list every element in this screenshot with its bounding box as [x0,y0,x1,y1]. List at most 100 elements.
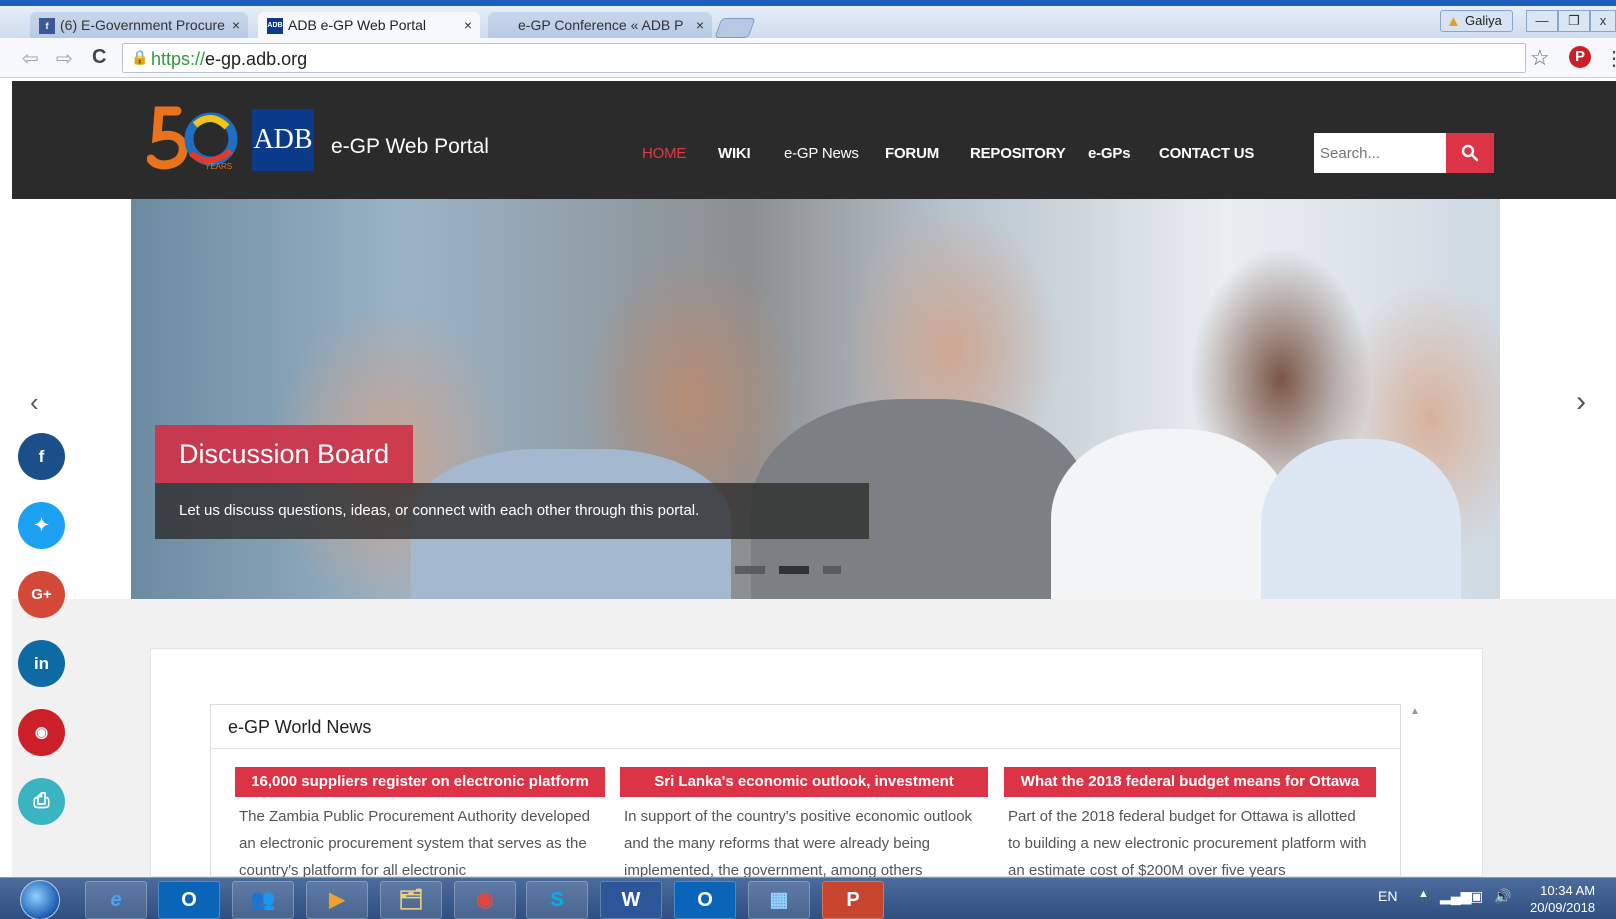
nav-forum[interactable]: FORUM [885,145,939,162]
language-indicator[interactable]: EN [1378,888,1397,904]
news-item: What the 2018 federal budget means for O… [1004,767,1376,877]
scroll-up-icon[interactable]: ▲ [1410,706,1420,717]
address-bar[interactable]: 🔒 https://e-gp.adb.org [122,43,1526,73]
slide-caption-text: Let us discuss questions, ideas, or conn… [155,483,869,539]
facebook-favicon-icon: f [39,18,55,34]
taskbar-clock[interactable]: 10:34 AM 20/09/2018 [1530,882,1595,916]
facebook-share-button[interactable]: f [18,433,65,480]
media-player-icon[interactable]: ▶ [306,881,368,919]
print-button[interactable]: ⎙ [18,778,65,825]
hero-photo-person [1051,429,1291,599]
news-item: Sri Lanka's economic outlook, investment… [620,767,988,877]
pinterest-icon: ◉ [34,724,49,741]
warning-icon: ▲ [1446,13,1461,30]
news-item-body: Part of the 2018 federal budget for Otta… [1008,808,1367,877]
tab-label: (6) E-Government Procure [60,17,225,33]
nav-contact-us[interactable]: CONTACT US [1159,145,1254,162]
twitter-share-button[interactable]: ✦ [18,502,65,549]
internet-explorer-icon[interactable]: e [85,881,147,919]
linkedin-icon: in [33,654,50,673]
bookmark-star-icon[interactable]: ☆ [1530,45,1550,71]
news-item-title[interactable]: Sri Lanka's economic outlook, investment [620,767,988,797]
nav-egps[interactable]: e-GPs [1088,145,1131,162]
remote-desktop-icon[interactable]: ▦ [748,881,810,919]
windows-taskbar: e O 👥 ▶ 🗂 ◉ S W O ▦ P EN ▲ ▂▄▆ ▣ 🔊 10:34… [0,877,1616,919]
slider-prev-arrow-icon[interactable]: ‹ [30,387,39,418]
profile-button[interactable]: ▲ Galiya [1440,10,1513,32]
slide-caption-title[interactable]: Discussion Board [155,425,414,483]
reload-icon[interactable]: C [92,46,106,69]
new-tab-button[interactable] [714,18,756,38]
tab-label: e-GP Conference « ADB P [518,17,684,33]
nav-repository[interactable]: REPOSITORY [970,145,1066,162]
news-panel-header: e-GP World News [211,705,1400,749]
tab-label: ADB e-GP Web Portal [288,17,426,33]
restore-button[interactable]: ❐ [1558,10,1590,32]
pinterest-extension-icon[interactable]: P [1569,46,1591,68]
news-item-title[interactable]: 16,000 suppliers register on electronic … [235,767,605,797]
clock-date: 20/09/2018 [1530,900,1596,915]
slider-dot[interactable] [735,566,765,574]
forward-arrow-icon[interactable]: ⇨ [56,46,73,71]
search-button[interactable] [1446,133,1494,173]
lock-icon: 🔒 [131,49,149,65]
close-icon[interactable]: × [232,12,240,39]
adb-50-years-logo: YEARS [147,106,238,171]
google-plus-icon: G+ [31,586,52,603]
powerpoint-icon[interactable]: P [822,881,884,919]
outlook-icon[interactable]: O [158,881,220,919]
browser-titlebar: f (6) E-Government Procure × ADB ADB e-G… [0,0,1616,39]
search-input[interactable] [1314,133,1446,173]
nav-wiki[interactable]: WIKI [718,145,751,162]
back-arrow-icon[interactable]: ⇦ [22,46,39,71]
svg-text:YEARS: YEARS [205,162,232,171]
start-button[interactable] [20,880,60,919]
people-icon[interactable]: 👥 [232,881,294,919]
slider-next-arrow-icon[interactable]: › [1576,385,1586,419]
search-icon [1461,144,1479,162]
word-icon[interactable]: W [600,881,662,919]
page-favicon-icon [497,18,513,34]
close-icon[interactable]: × [696,12,704,39]
news-item-title[interactable]: What the 2018 federal budget means for O… [1004,767,1376,797]
minimize-button[interactable]: — [1526,10,1558,32]
skype-icon[interactable]: S [526,881,588,919]
chrome-icon[interactable]: ◉ [454,881,516,919]
slider-pagination [735,561,855,579]
news-item-body: In support of the country's positive eco… [624,808,973,877]
portal-title[interactable]: e-GP Web Portal [331,135,489,159]
menu-icon[interactable]: ⋮ [1604,46,1616,71]
adb-logo[interactable]: ADB [252,109,314,171]
site-header: YEARS ADB e-GP Web Portal HOME WIKI e-GP… [12,81,1616,199]
close-icon[interactable]: × [464,12,472,39]
news-item-body: The Zambia Public Procurement Authority … [239,808,591,877]
twitter-icon: ✦ [33,515,50,535]
tab-facebook[interactable]: f (6) E-Government Procure × [30,12,248,39]
facebook-icon: f [38,447,45,466]
adb-favicon-icon: ADB [267,18,283,34]
tab-egp-conference[interactable]: e-GP Conference « ADB P × [488,12,712,39]
power-icon[interactable]: ▣ [1470,888,1483,905]
window-close-button[interactable]: x [1590,10,1616,32]
clock-time: 10:34 AM [1540,883,1596,898]
linkedin-share-button[interactable]: in [18,640,65,687]
network-icon[interactable]: ▂▄▆ [1440,888,1471,905]
pinterest-share-button[interactable]: ◉ [18,709,65,756]
outlook-icon[interactable]: O [674,881,736,919]
tab-adb-portal[interactable]: ADB ADB e-GP Web Portal × [258,12,480,39]
hero-photo-person [1261,439,1461,599]
file-explorer-icon[interactable]: 🗂 [380,881,442,919]
hero-slider[interactable]: Discussion Board Let us discuss question… [131,199,1500,599]
browser-toolbar: ⇦ ⇨ C 🔒 https://e-gp.adb.org ☆ P ⋮ [0,38,1616,78]
tray-expand-icon[interactable]: ▲ [1418,888,1429,900]
url-text: https://e-gp.adb.org [151,49,308,69]
slider-dot[interactable] [823,566,841,574]
slider-dot-active[interactable] [779,566,809,574]
news-item: 16,000 suppliers register on electronic … [235,767,605,877]
volume-icon[interactable]: 🔊 [1494,888,1511,905]
nav-home[interactable]: HOME [642,145,686,162]
print-icon: ⎙ [33,790,50,812]
profile-name: Galiya [1465,13,1502,28]
nav-egp-news[interactable]: e-GP News [784,145,859,162]
google-plus-share-button[interactable]: G+ [18,571,65,618]
